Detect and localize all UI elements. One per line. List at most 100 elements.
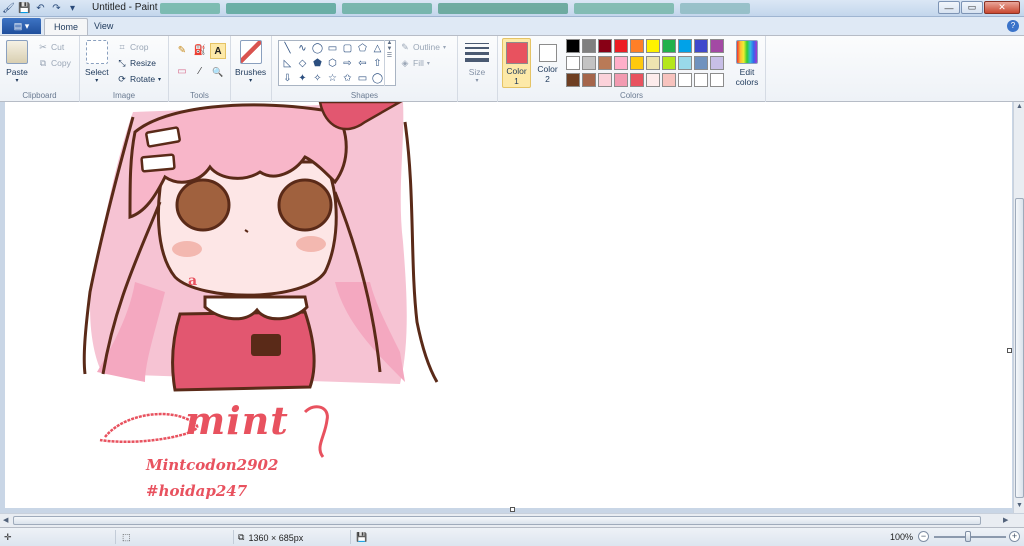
palette-swatch[interactable]: [710, 73, 724, 87]
callout-star-shape-icon[interactable]: ✩: [341, 73, 354, 85]
palette-swatch[interactable]: [566, 39, 580, 53]
shapes-group-label: Shapes: [350, 91, 379, 100]
palette-swatch[interactable]: [630, 73, 644, 87]
palette-swatch[interactable]: [630, 39, 644, 53]
magnifier-icon[interactable]: 🔍: [210, 64, 226, 80]
scroll-up-icon[interactable]: ▲: [1016, 103, 1023, 110]
rotate-button[interactable]: ⟳ Rotate ▾: [117, 73, 161, 85]
palette-swatch[interactable]: [598, 56, 612, 70]
palette-swatch[interactable]: [614, 39, 628, 53]
palette-swatch[interactable]: [678, 56, 692, 70]
polygon-shape-icon[interactable]: ⬠: [356, 43, 369, 55]
six-point-star-shape-icon[interactable]: ☆: [326, 73, 339, 85]
resize-button[interactable]: ⤡ Resize: [117, 57, 156, 69]
scroll-left-icon[interactable]: ◀: [3, 516, 8, 524]
zoom-in-button[interactable]: +: [1009, 531, 1020, 542]
palette-swatch[interactable]: [646, 73, 660, 87]
down-arrow-shape-icon[interactable]: ⇩: [281, 73, 294, 85]
palette-swatch[interactable]: [582, 39, 596, 53]
palette-swatch[interactable]: [662, 73, 676, 87]
palette-swatch[interactable]: [694, 56, 708, 70]
edit-colors-button[interactable]: Edit colors: [732, 40, 762, 87]
color-picker-icon[interactable]: ⁄: [192, 64, 208, 80]
palette-swatch[interactable]: [694, 39, 708, 53]
palette-swatch[interactable]: [662, 56, 676, 70]
vertical-scrollbar[interactable]: ▲ ▼: [1013, 102, 1024, 513]
palette-swatch[interactable]: [582, 73, 596, 87]
right-arrow-shape-icon[interactable]: ⇨: [341, 58, 354, 70]
paint-app-icon[interactable]: 🖌: [2, 2, 15, 15]
palette-swatch[interactable]: [678, 73, 692, 87]
palette-swatch[interactable]: [566, 56, 580, 70]
rounded-rectangle-shape-icon[interactable]: ▢: [341, 43, 354, 55]
palette-swatch[interactable]: [598, 39, 612, 53]
pencil-icon[interactable]: ✎: [174, 43, 190, 59]
redo-icon[interactable]: ↷: [50, 2, 63, 15]
rectangle-callout-shape-icon[interactable]: ▭: [356, 73, 369, 85]
brushes-button[interactable]: Brushes ▾: [235, 40, 266, 84]
paste-button[interactable]: Paste ▾: [6, 40, 28, 84]
pentagon-shape-icon[interactable]: ⬟: [311, 58, 324, 70]
left-arrow-shape-icon[interactable]: ⇦: [356, 58, 369, 70]
color1-button[interactable]: Color 1: [502, 38, 531, 88]
curve-shape-icon[interactable]: ∿: [296, 43, 309, 55]
rectangle-shape-icon[interactable]: ▭: [326, 43, 339, 55]
right-triangle-shape-icon[interactable]: ◺: [281, 58, 294, 70]
minimize-button[interactable]: —: [938, 1, 960, 14]
drawing-canvas[interactable]: a mint Mintcodon2902 #hoidap247: [5, 102, 1012, 508]
palette-swatch[interactable]: [710, 56, 724, 70]
scroll-down-icon[interactable]: ▼: [1016, 502, 1023, 509]
color2-button[interactable]: Color 2: [534, 39, 561, 87]
up-arrow-shape-icon[interactable]: ⇧: [371, 58, 384, 70]
selection-size: ⬚: [122, 532, 131, 543]
palette-swatch[interactable]: [630, 56, 644, 70]
palette-swatch[interactable]: [614, 56, 628, 70]
zoom-out-button[interactable]: −: [918, 531, 929, 542]
palette-swatch[interactable]: [646, 39, 660, 53]
save-icon[interactable]: 💾: [18, 2, 31, 15]
fill-bucket-icon[interactable]: ⛽: [192, 43, 208, 59]
tab-view[interactable]: View: [85, 18, 122, 35]
size-button[interactable]: Size ▾: [465, 40, 489, 84]
outline-button[interactable]: ✎ Outline ▾: [400, 41, 446, 53]
close-button[interactable]: ✕: [984, 1, 1020, 14]
maximize-button[interactable]: ▭: [961, 1, 983, 14]
palette-swatch[interactable]: [662, 39, 676, 53]
palette-swatch[interactable]: [710, 39, 724, 53]
zoom-slider-knob[interactable]: [965, 531, 971, 542]
triangle-shape-icon[interactable]: △: [371, 43, 384, 55]
help-icon[interactable]: ?: [1007, 20, 1019, 32]
palette-swatch[interactable]: [646, 56, 660, 70]
shapes-gallery-scroll[interactable]: ▲ ▼ ☰: [384, 40, 394, 86]
copy-button[interactable]: ⧉ Copy: [38, 57, 71, 69]
palette-swatch[interactable]: [598, 73, 612, 87]
cut-button[interactable]: ✂ Cut: [38, 41, 64, 53]
five-point-star-shape-icon[interactable]: ✧: [311, 73, 324, 85]
vertical-scroll-thumb[interactable]: [1015, 198, 1024, 498]
horizontal-scroll-thumb[interactable]: [13, 516, 981, 525]
select-button[interactable]: Select ▾: [85, 40, 109, 84]
canvas-resize-handle-bottom[interactable]: [510, 507, 515, 512]
palette-swatch[interactable]: [566, 73, 580, 87]
four-point-star-shape-icon[interactable]: ✦: [296, 73, 309, 85]
undo-icon[interactable]: ↶: [34, 2, 47, 15]
app-menu-button[interactable]: ▤ ▾: [2, 18, 41, 34]
text-tool-icon[interactable]: A: [210, 43, 226, 59]
eraser-icon[interactable]: ▭: [174, 64, 190, 80]
scroll-right-icon[interactable]: ▶: [1003, 516, 1008, 524]
palette-swatch[interactable]: [678, 39, 692, 53]
diamond-shape-icon[interactable]: ◇: [296, 58, 309, 70]
customize-qat-icon[interactable]: ▾: [66, 2, 79, 15]
tab-home[interactable]: Home: [44, 18, 89, 35]
oval-shape-icon[interactable]: ◯: [311, 43, 324, 55]
palette-swatch[interactable]: [694, 73, 708, 87]
line-shape-icon[interactable]: ╲: [281, 43, 294, 55]
hexagon-shape-icon[interactable]: ⬡: [326, 58, 339, 70]
canvas-resize-handle-right[interactable]: [1007, 348, 1012, 353]
fill-button[interactable]: ◈ Fill ▾: [400, 57, 430, 69]
crop-button[interactable]: ⌗ Crop: [117, 41, 148, 53]
palette-swatch[interactable]: [582, 56, 596, 70]
palette-swatch[interactable]: [614, 73, 628, 87]
horizontal-scrollbar[interactable]: ◀ ▶: [0, 513, 1024, 527]
oval-callout-shape-icon[interactable]: ◯: [371, 73, 384, 85]
